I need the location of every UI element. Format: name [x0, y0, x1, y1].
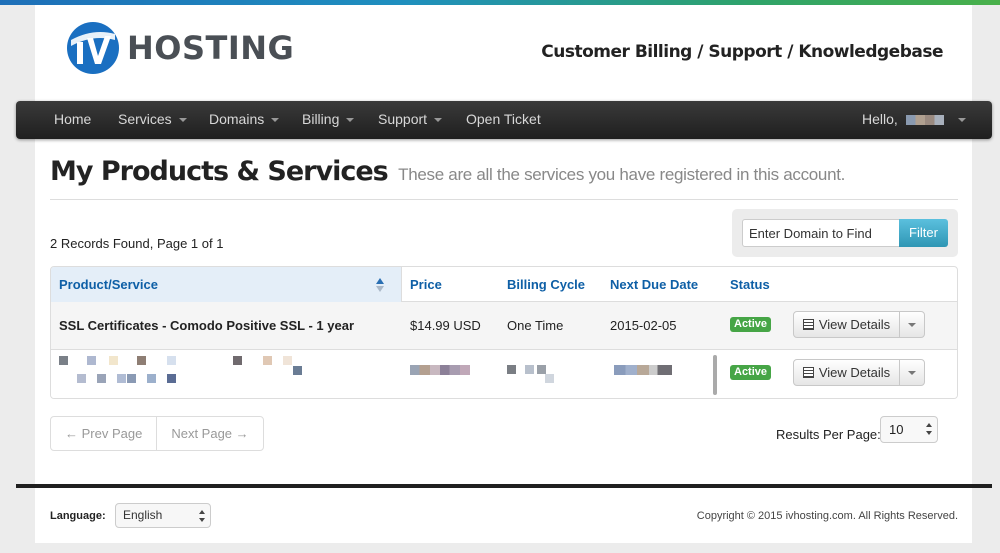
nav-support-label: Support — [378, 111, 428, 127]
nav-open-ticket[interactable]: Open Ticket — [466, 101, 541, 139]
nav-user-menu[interactable]: Hello, — [862, 101, 966, 139]
col-price[interactable]: Price — [410, 267, 442, 302]
col-billing-cycle[interactable]: Billing Cycle — [507, 267, 585, 302]
nav-services-label: Services — [118, 111, 172, 127]
col-billing-cycle-label: Billing Cycle — [507, 277, 586, 292]
redacted-billing-cycle — [507, 365, 557, 383]
footer-divider — [16, 484, 992, 488]
select-arrows-icon — [926, 423, 932, 435]
results-per-page-label: Results Per Page: — [776, 427, 881, 442]
col-next-due-date[interactable]: Next Due Date — [610, 267, 698, 302]
row-scrollbar[interactable] — [713, 355, 717, 395]
status-badge: Active — [730, 317, 772, 332]
redacted-username — [905, 115, 944, 126]
results-per-page-value: 10 — [889, 422, 904, 437]
title-divider — [50, 199, 958, 200]
cell-billing-cycle: One Time — [507, 318, 564, 333]
records-count: 2 Records Found, Page 1 of 1 — [50, 236, 224, 251]
chevron-down-icon — [178, 118, 187, 123]
site-tagline: Customer Billing / Support / Knowledgeba… — [541, 42, 943, 62]
select-arrows-icon — [199, 510, 205, 522]
nav-services[interactable]: Services — [118, 101, 187, 139]
redacted-product-name — [51, 350, 401, 398]
view-details-group: View Details — [793, 359, 925, 386]
chevron-down-icon — [957, 118, 966, 123]
pagination: ← Prev Page Next Page → — [50, 416, 264, 451]
services-table: Product/Service Price Billing Cycle Next… — [50, 266, 958, 399]
sort-icon — [376, 278, 384, 292]
page-title-text: My Products & Services — [50, 156, 389, 187]
nav-open-ticket-label: Open Ticket — [466, 111, 541, 127]
view-details-button[interactable]: View Details — [794, 312, 900, 337]
prev-page-button[interactable]: ← Prev Page — [51, 417, 158, 450]
nav-support[interactable]: Support — [378, 101, 443, 139]
redacted-due-date — [614, 365, 672, 375]
nav-domains[interactable]: Domains — [209, 101, 280, 139]
table-row: Active View Details — [51, 350, 957, 398]
page-title: My Products & Services These are all the… — [50, 156, 845, 187]
language-select[interactable]: English — [115, 503, 211, 528]
col-product-service-label: Product/Service — [59, 277, 158, 292]
domain-filter-input[interactable] — [742, 219, 900, 247]
chevron-down-icon — [434, 118, 443, 123]
col-product-service[interactable]: Product/Service — [51, 267, 402, 302]
view-details-label: View Details — [818, 317, 891, 332]
chevron-down-icon — [908, 370, 916, 375]
table-header: Product/Service Price Billing Cycle Next… — [51, 267, 957, 302]
language-value: English — [123, 508, 163, 522]
chevron-down-icon — [271, 118, 280, 123]
list-icon — [802, 367, 814, 378]
cell-product: SSL Certificates - Comodo Positive SSL -… — [59, 318, 355, 333]
main-navbar: Home Services Domains Billing Support Op… — [16, 101, 992, 139]
view-details-group: View Details — [793, 311, 925, 338]
actions-dropdown-toggle[interactable] — [900, 312, 924, 337]
nav-domains-label: Domains — [209, 111, 265, 127]
nav-home[interactable]: Home — [54, 101, 91, 139]
logo-mark-icon — [65, 20, 121, 76]
language-label: Language: — [50, 510, 106, 522]
table-row: SSL Certificates - Comodo Positive SSL -… — [51, 302, 957, 350]
view-details-label: View Details — [818, 365, 891, 380]
logo-text: HOSTING — [127, 29, 295, 67]
cell-price: $14.99 USD — [410, 318, 481, 333]
list-icon — [802, 319, 814, 330]
results-per-page-select[interactable]: 10 — [880, 416, 938, 443]
chevron-down-icon — [346, 118, 355, 123]
status-badge: Active — [730, 365, 772, 380]
nav-greeting: Hello, — [862, 111, 898, 127]
view-details-button[interactable]: View Details — [794, 360, 900, 385]
filter-button[interactable]: Filter — [899, 219, 948, 247]
nav-billing-label: Billing — [302, 111, 340, 127]
cell-next-due: 2015-02-05 — [610, 318, 677, 333]
col-price-label: Price — [410, 277, 442, 292]
chevron-down-icon — [908, 322, 916, 327]
filter-box: Filter — [732, 209, 958, 257]
col-status-label: Status — [730, 277, 770, 292]
col-next-due-date-label: Next Due Date — [610, 277, 699, 292]
copyright-text: Copyright © 2015 ivhosting.com. All Righ… — [696, 510, 958, 522]
site-logo[interactable]: HOSTING — [65, 20, 294, 76]
redacted-price — [410, 365, 470, 375]
col-status[interactable]: Status — [730, 267, 770, 302]
page-subtitle: These are all the services you have regi… — [398, 165, 846, 184]
nav-billing[interactable]: Billing — [302, 101, 355, 139]
actions-dropdown-toggle[interactable] — [900, 360, 924, 385]
nav-home-label: Home — [54, 111, 92, 127]
next-page-button[interactable]: Next Page → — [157, 417, 262, 450]
